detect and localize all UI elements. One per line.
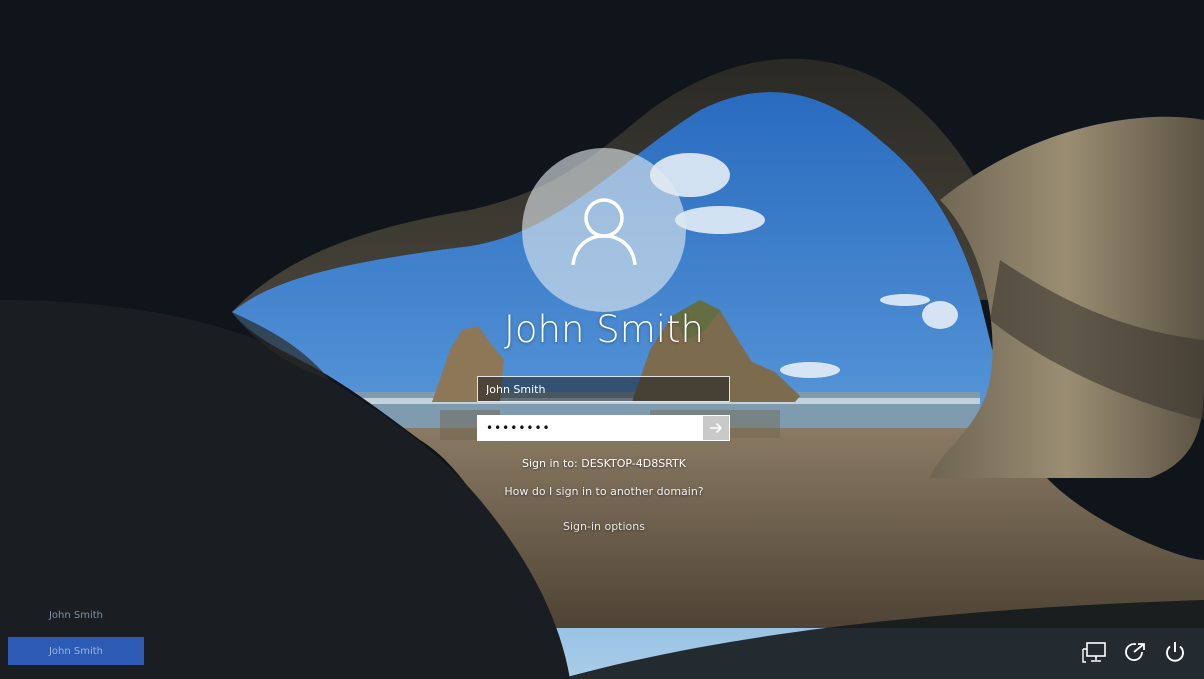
user-icon — [571, 198, 637, 266]
user-tile[interactable]: John Smith — [8, 602, 144, 628]
sign-in-options-link[interactable]: Sign-in options — [404, 520, 804, 533]
ease-of-access-icon — [1125, 643, 1145, 661]
user-tile-label: John Smith — [48, 609, 104, 621]
sign-in-to-label: Sign in to: DESKTOP-4D8SRTK — [522, 457, 686, 470]
user-tile-label: John Smith — [48, 645, 104, 657]
username-input[interactable] — [478, 377, 729, 401]
another-domain-link[interactable]: How do I sign in to another domain? — [404, 485, 804, 498]
network-button[interactable] — [1080, 638, 1110, 666]
arrow-right-icon — [710, 422, 723, 434]
ease-of-access-button[interactable] — [1120, 638, 1150, 666]
power-icon — [1166, 642, 1184, 662]
power-button[interactable] — [1160, 638, 1190, 666]
user-avatar — [522, 148, 686, 312]
password-field-container — [477, 415, 730, 441]
username-field-container — [477, 376, 730, 402]
submit-button[interactable] — [703, 416, 729, 440]
password-input[interactable] — [478, 416, 703, 440]
user-tile-selected[interactable]: John Smith — [8, 637, 144, 665]
network-icon — [1082, 642, 1106, 663]
user-display-name: John Smith — [504, 308, 704, 351]
